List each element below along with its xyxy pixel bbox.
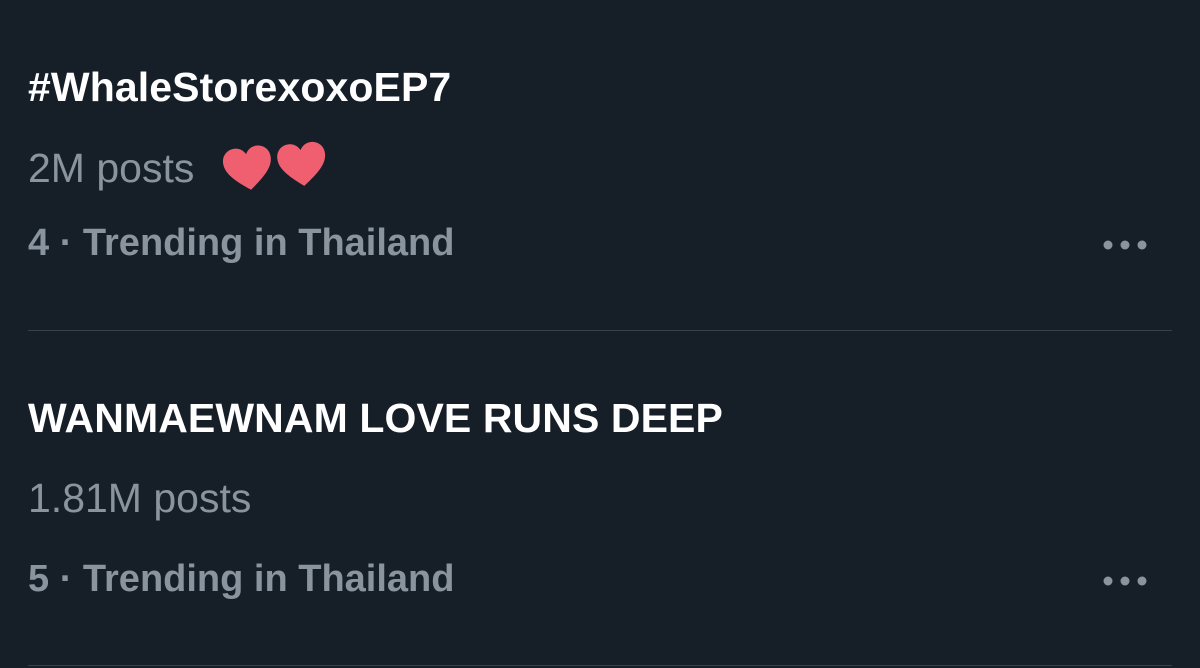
trend-item[interactable]: WANMAEWNAM LOVE RUNS DEEP 1.81M posts 5 … <box>0 331 1200 668</box>
trend-post-count: 1.81M posts <box>28 475 251 522</box>
trend-title: #WhaleStorexoxoEP7 <box>28 64 452 110</box>
trend-context: 4 · Trending in Thailand <box>28 222 455 264</box>
more-horizontal-icon <box>1103 240 1147 250</box>
more-horizontal-icon <box>1103 576 1147 586</box>
more-options-button[interactable] <box>1102 235 1148 255</box>
heart-icon <box>277 141 326 186</box>
trend-item[interactable]: #WhaleStorexoxoEP7 2M posts 4 · Trending… <box>0 0 1200 330</box>
trend-post-count-text: 2M posts <box>28 144 195 191</box>
trend-post-count-text: 1.81M posts <box>28 475 252 521</box>
hearts-icon <box>220 140 330 196</box>
trend-context: 5 · Trending in Thailand <box>28 558 455 600</box>
more-options-button[interactable] <box>1102 571 1148 591</box>
trend-title: WANMAEWNAM LOVE RUNS DEEP <box>28 395 723 441</box>
trend-post-count: 2M posts <box>28 140 330 196</box>
divider <box>28 665 1172 666</box>
heart-icon <box>223 145 272 190</box>
